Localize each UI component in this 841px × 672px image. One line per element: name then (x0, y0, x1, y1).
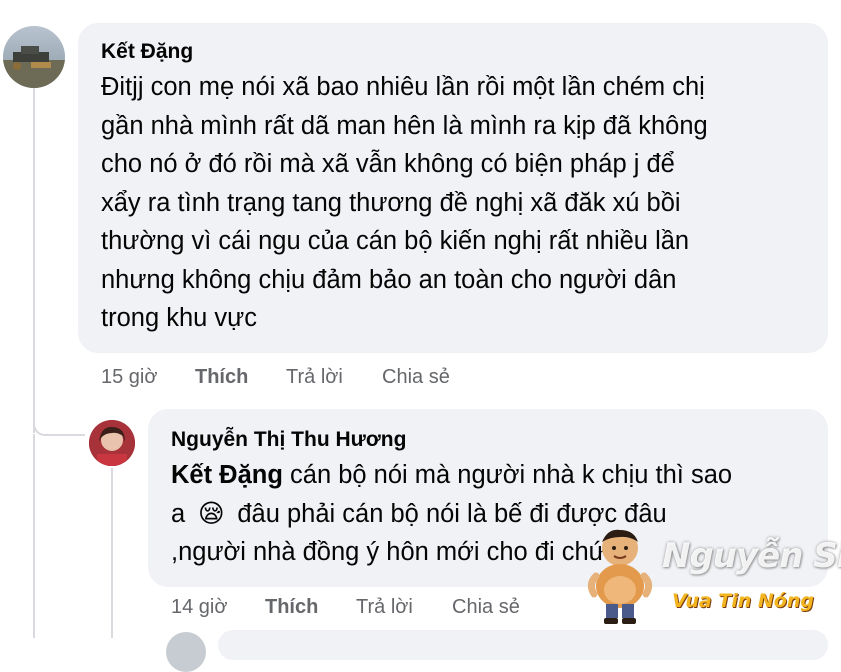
avatar[interactable] (166, 632, 206, 672)
comment-line: gần nhà mình rất dã man hên là mình ra k… (101, 111, 708, 140)
watermark: Nguyễn Sin Vua Tin Nóng (580, 524, 841, 628)
watermark-tagline: Vua Tin Nóng (672, 590, 814, 612)
comment-text: Đitjj con mẹ nói xã bao nhiêu lần rồi mộ… (101, 68, 821, 338)
like-button[interactable]: Thích (265, 596, 356, 619)
thread-line-vertical-lower (33, 434, 35, 638)
like-button[interactable]: Thích (195, 366, 286, 389)
avatar[interactable] (3, 26, 65, 88)
comment-line: nhưng không chịu đảm bảo an toàn cho ngư… (101, 265, 677, 294)
comment-line: xẩy ra tình trạng tang thương đề nghị xã… (101, 188, 681, 217)
thread-line-reply (111, 468, 113, 638)
avatar-photo-icon (3, 26, 65, 88)
share-button[interactable]: Chia sẻ (452, 596, 520, 619)
mention-link[interactable]: Kết Đặng (171, 461, 283, 489)
sleepy-face-emoji-icon: 😪 (197, 498, 225, 529)
avatar-photo-icon (89, 420, 135, 466)
avatar[interactable] (89, 420, 135, 466)
comment-line: cho nó ở đó rồi mà xã vẫn không có biện … (101, 150, 675, 178)
cartoon-mascot-icon (587, 529, 653, 624)
comment-line: Đitjj con mẹ nói xã bao nhiêu lần rồi mộ… (101, 73, 705, 101)
thread-line-vertical (33, 88, 35, 433)
watermark-name: Nguyễn Sin (662, 536, 841, 576)
reply-actions: 14 giờ Thích Trả lời Chia sẻ (171, 596, 520, 619)
thread-line-curve (33, 420, 85, 436)
comment-author[interactable]: Kết Đặng (101, 40, 193, 64)
reply-button[interactable]: Trả lời (356, 596, 452, 619)
next-reply-bubble (218, 630, 828, 660)
reply-button[interactable]: Trả lời (286, 366, 382, 389)
reply-author[interactable]: Nguyễn Thị Thu Hương (171, 428, 406, 452)
share-button[interactable]: Chia sẻ (382, 366, 450, 389)
comment-actions: 15 giờ Thích Trả lời Chia sẻ (101, 366, 450, 389)
comment-line: trong khu vực (101, 304, 257, 332)
reply-text-segment: cán bộ nói mà người nhà k chịu thì sao (282, 461, 733, 489)
reply-timestamp[interactable]: 14 giờ (171, 596, 265, 619)
reply-text-segment: a (171, 499, 193, 528)
comment-timestamp[interactable]: 15 giờ (101, 366, 195, 389)
comment-line: thường vì cái ngu của cán bộ kiến nghị r… (101, 227, 690, 255)
reply-line: Kết Đặng cán bộ nói mà người nhà k chịu … (171, 456, 821, 495)
